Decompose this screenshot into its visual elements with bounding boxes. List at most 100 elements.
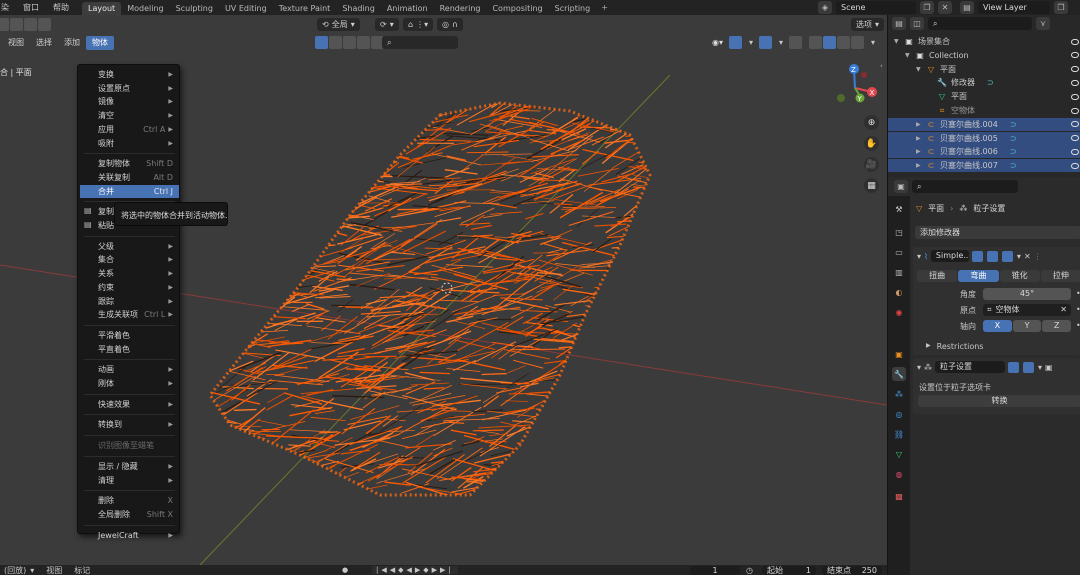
outliner-row[interactable]: ▼ ▣ Collection	[888, 49, 1080, 62]
modifier-name-field[interactable]: 粒子设置	[935, 361, 1006, 373]
object-menu-item[interactable]: 平滑着色	[80, 329, 179, 342]
object-menu-item[interactable]: 全局删除 Shift X	[80, 508, 179, 521]
navigation-gizmo[interactable]: Z X Y	[830, 60, 880, 110]
expand-chevron-icon[interactable]: ▶	[916, 162, 925, 169]
outliner-search-input[interactable]: ⌕	[928, 16, 1032, 30]
display-mode-icon[interactable]: ◫	[910, 16, 924, 30]
object-menu-item[interactable]: 转换到 ▶	[80, 418, 179, 431]
sidebar-toggle-icon[interactable]: ‹	[880, 62, 883, 70]
object-menu-item[interactable]: 清理 ▶	[80, 474, 179, 487]
playback-controls[interactable]: |◀◀◆◀▶◆▶▶|	[372, 566, 458, 574]
editor-type-icon[interactable]: ▤	[892, 16, 906, 30]
object-menu-item[interactable]: 变换 ▶	[80, 68, 179, 81]
visibility-eye-icon[interactable]	[1071, 107, 1079, 114]
options-dropdown[interactable]: 选项 ▾	[851, 18, 885, 31]
new-view-layer-icon[interactable]: ❐	[1054, 1, 1068, 14]
material-tab-icon[interactable]: ◍	[892, 467, 906, 481]
expand-chevron-icon[interactable]: ▶	[916, 121, 925, 128]
axis-z-button[interactable]: Z	[1042, 320, 1072, 332]
outliner-row[interactable]: ▶ ⊂ 贝塞尔曲线.005 ⊃	[888, 131, 1080, 145]
outliner-row[interactable]: ▶ ⊂ 贝塞尔曲线.004 ⊃	[888, 117, 1080, 131]
workspace-tab-scripting[interactable]: Scripting	[549, 2, 597, 15]
axis-y-button[interactable]: Y	[1012, 320, 1042, 332]
outliner-row[interactable]: ▶ ⊂ 贝塞尔曲线.007 ⊃	[888, 159, 1080, 173]
expand-chevron-icon[interactable]: ▶	[916, 135, 925, 142]
workspace-tab-compositing[interactable]: Compositing	[486, 2, 548, 15]
delete-scene-icon[interactable]: ✕	[938, 1, 952, 14]
menu-view[interactable]: 视图	[2, 36, 30, 50]
origin-field[interactable]: ⌗ 空物体 ✕	[983, 304, 1071, 316]
menu-object[interactable]: 物体	[86, 36, 114, 50]
select-subtract-icon[interactable]	[24, 18, 37, 31]
scene-icon[interactable]: ◈	[818, 1, 832, 14]
orientation-dropdown[interactable]: ⟲ 全局 ▾	[317, 18, 360, 31]
view-layer-icon[interactable]: ▤	[960, 1, 974, 14]
object-menu-item[interactable]: 跟踪 ▶	[80, 295, 179, 308]
object-menu-item[interactable]: 镜像 ▶	[80, 95, 179, 108]
outliner-row[interactable]: ▼ ▽ 平面	[888, 63, 1080, 76]
outliner-row[interactable]: ▽ 平面	[888, 90, 1080, 103]
shading-rendered-icon[interactable]	[851, 36, 865, 49]
outliner-row[interactable]: ▼ ▣ 场景集合	[888, 35, 1080, 48]
collapse-chevron-icon[interactable]: ▾	[917, 252, 921, 261]
xray-toggle-icon[interactable]	[789, 36, 803, 49]
object-tab-icon[interactable]: ▣	[892, 347, 906, 361]
texture-tab-icon[interactable]: ▩	[892, 489, 906, 503]
start-frame-field[interactable]: 起始 1	[762, 565, 816, 575]
workspace-tab-shading[interactable]: Shading	[336, 2, 381, 15]
object-menu-item[interactable]: 动画 ▶	[80, 363, 179, 376]
viewport-toggle-icon[interactable]	[986, 250, 998, 262]
axis-x-button[interactable]: X	[983, 320, 1012, 332]
properties-search-input[interactable]: ⌕	[912, 179, 1018, 193]
mode-icon-3[interactable]	[343, 36, 356, 49]
particles-tab-icon[interactable]: ⁂	[892, 387, 906, 401]
properties-editor-icon[interactable]: ▣	[894, 179, 908, 193]
object-menu-item[interactable]: 刚体 ▶	[80, 377, 179, 390]
mode-taper-tab[interactable]: 锥化	[999, 270, 1040, 282]
visibility-eye-icon[interactable]	[1071, 93, 1079, 100]
menu-render[interactable]: 染	[0, 0, 16, 15]
new-scene-icon[interactable]: ❐	[920, 1, 934, 14]
timeline-menu-marker[interactable]: 标记	[68, 565, 96, 575]
object-menu-item[interactable]: 平直着色	[80, 343, 179, 356]
expand-chevron-icon[interactable]: ▼	[894, 38, 903, 45]
object-menu-item[interactable]: 设置原点 ▶	[80, 82, 179, 95]
restrictions-subpanel[interactable]: ▶ Restrictions	[926, 342, 983, 351]
angle-keyframe-dot[interactable]: •	[1076, 289, 1080, 298]
shading-solid-icon[interactable]	[823, 36, 837, 49]
expand-chevron-icon[interactable]: ▼	[916, 66, 925, 73]
object-menu-item[interactable]: 删除 X	[80, 494, 179, 507]
mode-twist-tab[interactable]: 扭曲	[917, 270, 958, 282]
menu-window[interactable]: 窗口	[16, 0, 46, 15]
mode-icon-1[interactable]	[315, 36, 328, 49]
shading-wireframe-icon[interactable]	[809, 36, 823, 49]
mode-icon-4[interactable]	[357, 36, 370, 49]
mode-icon-2[interactable]	[329, 36, 342, 49]
keyframe-dot-icon[interactable]: ●	[342, 566, 348, 574]
menu-add[interactable]: 添加	[58, 36, 86, 50]
workspace-tab-texture-paint[interactable]: Texture Paint	[273, 2, 337, 15]
convert-button[interactable]: 转换	[918, 395, 1080, 407]
select-box-icon[interactable]	[0, 18, 9, 31]
camera-view-icon[interactable]: 🎥	[864, 157, 879, 172]
close-icon[interactable]: ✕	[1024, 252, 1031, 261]
scene-name-field[interactable]: Scene	[836, 1, 916, 14]
object-menu-item[interactable]: 快速效果 ▶	[80, 398, 179, 411]
output-tab-icon[interactable]: ▭	[892, 245, 906, 259]
visibility-eye-icon[interactable]	[1071, 38, 1079, 45]
current-frame-field[interactable]: 1	[690, 565, 740, 575]
proportional-edit-dropdown[interactable]: ◎ ∩	[437, 18, 463, 31]
select-intersect-icon[interactable]	[38, 18, 51, 31]
collapse-chevron-icon[interactable]: ▾	[917, 363, 921, 372]
world-tab-icon[interactable]: ◉	[892, 305, 906, 319]
timeline-menu-playback[interactable]: (回放)	[0, 565, 30, 575]
chevron-down-icon[interactable]: ▾	[1017, 252, 1021, 261]
visibility-eye-icon[interactable]	[1071, 79, 1079, 86]
view-layer-tab-icon[interactable]: ▥	[892, 265, 906, 279]
angle-field[interactable]: 45°	[983, 288, 1071, 300]
origin-keyframe-dot[interactable]: •	[1076, 305, 1080, 314]
object-menu-item[interactable]: 关联复制 Alt D	[80, 171, 179, 184]
options-icon[interactable]: ▣	[1045, 363, 1053, 372]
snap-dropdown[interactable]: ⌂ ⋮▾	[403, 18, 434, 31]
chevron-down-icon[interactable]: ▾	[871, 38, 875, 47]
